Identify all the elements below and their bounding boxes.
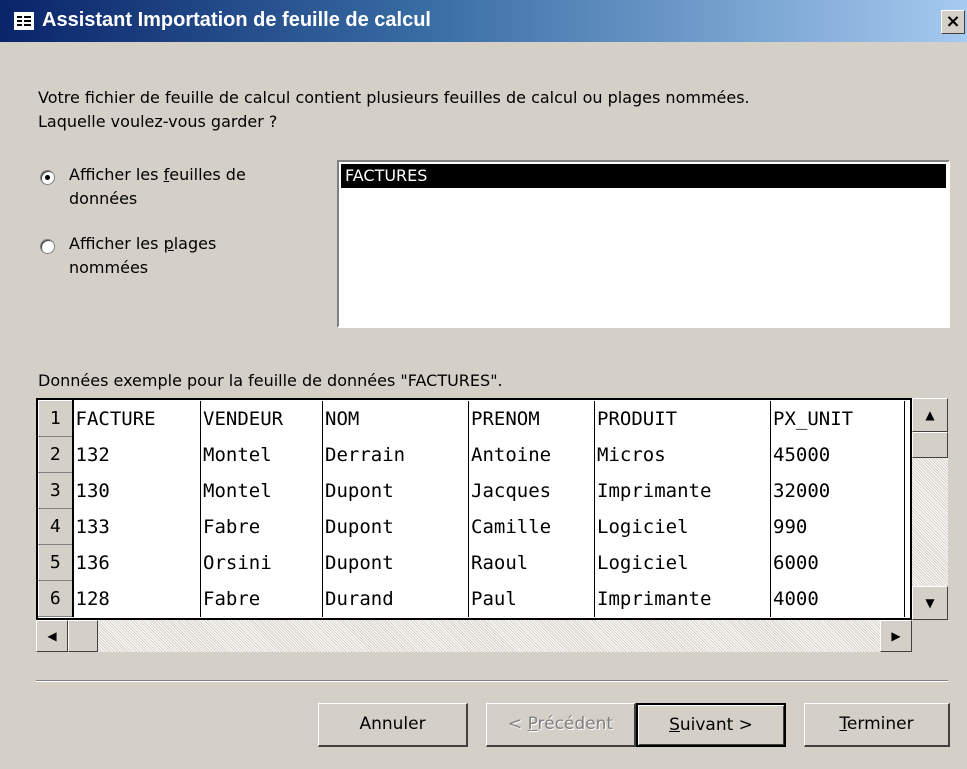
grid-cell: Durand: [322, 580, 469, 617]
grid-cell: Micros: [594, 436, 771, 473]
arrow-right-icon: ▶: [891, 629, 901, 643]
intro-text: Votre fichier de feuille de calcul conti…: [38, 86, 750, 134]
grid-cell: PRENOM: [468, 400, 595, 437]
grid-cell: Fabre: [200, 508, 323, 545]
sheet-list[interactable]: FACTURES: [337, 160, 950, 328]
row-number[interactable]: 6: [38, 580, 74, 617]
radio-label-sheets[interactable]: Afficher les feuilles de données: [69, 163, 289, 211]
arrow-down-icon: ▼: [925, 596, 935, 610]
horizontal-scroll-thumb[interactable]: [68, 620, 98, 652]
grid-cell: Dupont: [322, 508, 469, 545]
grid-cell: 136: [72, 544, 201, 581]
arrow-left-icon: ◀: [47, 629, 57, 643]
grid-cell: PX_UNIT: [770, 400, 905, 437]
grid-cell: Jacques: [468, 472, 595, 509]
footer-separator: [36, 680, 948, 682]
grid-cell: Montel: [200, 472, 323, 509]
grid-cell: 6000: [770, 544, 905, 581]
grid-cell: FACTURE: [72, 400, 201, 437]
previous-button[interactable]: < Précédent: [486, 703, 636, 747]
grid-cell: VENDEUR: [200, 400, 323, 437]
close-button[interactable]: ×: [941, 10, 965, 34]
title-bar[interactable]: Assistant Importation de feuille de calc…: [0, 0, 967, 42]
grid-row[interactable]: 4 133 Fabre Dupont Camille Logiciel 990: [38, 508, 905, 545]
grid-cell: 132: [72, 436, 201, 473]
grid-cell: Orsini: [200, 544, 323, 581]
grid-cell: NOM: [322, 400, 469, 437]
grid-cell: Dupont: [322, 544, 469, 581]
grid-header-row[interactable]: 1 FACTURE VENDEUR NOM PRENOM PRODUIT PX_UNIT: [38, 400, 905, 437]
row-number[interactable]: 1: [38, 400, 74, 437]
horizontal-scrollbar[interactable]: ◀ ▶: [36, 620, 912, 652]
radio-button-ranges[interactable]: [40, 239, 55, 254]
grid-row[interactable]: 5 136 Orsini Dupont Raoul Logiciel 6000: [38, 544, 905, 581]
grid-cell: Dupont: [322, 472, 469, 509]
grid-cell: 128: [72, 580, 201, 617]
grid-cell: Raoul: [468, 544, 595, 581]
intro-line-2: Laquelle voulez-vous garder ?: [38, 112, 278, 131]
radio-button-sheets[interactable]: [40, 170, 55, 185]
grid-cell: Montel: [200, 436, 323, 473]
row-number[interactable]: 3: [38, 472, 74, 509]
window-title: Assistant Importation de feuille de calc…: [42, 9, 431, 31]
vertical-scrollbar[interactable]: ▲ ▼: [912, 398, 948, 620]
sample-data-grid[interactable]: 1 FACTURE VENDEUR NOM PRENOM PRODUIT PX_UNIT 2 1…: [36, 398, 912, 620]
grid-cell: 45000: [770, 436, 905, 473]
next-button[interactable]: Suivant >: [636, 703, 786, 747]
grid-cell: PRODUIT: [594, 400, 771, 437]
scroll-right-button[interactable]: ▶: [880, 620, 912, 652]
radio-label-ranges[interactable]: Afficher les plages nommées: [69, 232, 289, 280]
grid-cell: Imprimante: [594, 472, 771, 509]
radio-show-named-ranges[interactable]: Afficher les plages nommées: [40, 232, 289, 280]
grid-cell: Derrain: [322, 436, 469, 473]
grid-cell: Logiciel: [594, 544, 771, 581]
vertical-scroll-thumb[interactable]: [912, 432, 948, 458]
scroll-down-button[interactable]: ▼: [912, 586, 948, 620]
grid-cell: 32000: [770, 472, 905, 509]
grid-row[interactable]: 2 132 Montel Derrain Antoine Micros 45000: [38, 436, 905, 473]
form-icon: [14, 12, 34, 30]
row-number[interactable]: 5: [38, 544, 74, 581]
grid-cell: Imprimante: [594, 580, 771, 617]
scroll-left-button[interactable]: ◀: [36, 620, 68, 652]
grid-cell: 133: [72, 508, 201, 545]
grid-cell: Paul: [468, 580, 595, 617]
radio-show-sheets[interactable]: Afficher les feuilles de données: [40, 163, 289, 211]
grid-cell: Fabre: [200, 580, 323, 617]
grid-cell: Camille: [468, 508, 595, 545]
row-number[interactable]: 4: [38, 508, 74, 545]
finish-button[interactable]: Terminer: [804, 703, 950, 747]
grid-cell: 990: [770, 508, 905, 545]
sheet-item-factures[interactable]: FACTURES: [341, 164, 946, 188]
grid-row[interactable]: 3 130 Montel Dupont Jacques Imprimante 32000: [38, 472, 905, 509]
grid-row[interactable]: 6 128 Fabre Durand Paul Imprimante 4000: [38, 580, 905, 617]
arrow-up-icon: ▲: [925, 408, 935, 422]
grid-cell: 130: [72, 472, 201, 509]
intro-line-1: Votre fichier de feuille de calcul conti…: [38, 88, 750, 107]
row-number[interactable]: 2: [38, 436, 74, 473]
grid-cell: 4000: [770, 580, 905, 617]
grid-cell: Logiciel: [594, 508, 771, 545]
cancel-button[interactable]: Annuler: [318, 703, 468, 747]
sample-data-label: Données exemple pour la feuille de donné…: [38, 371, 503, 390]
grid-cell: Antoine: [468, 436, 595, 473]
scroll-up-button[interactable]: ▲: [912, 398, 948, 432]
